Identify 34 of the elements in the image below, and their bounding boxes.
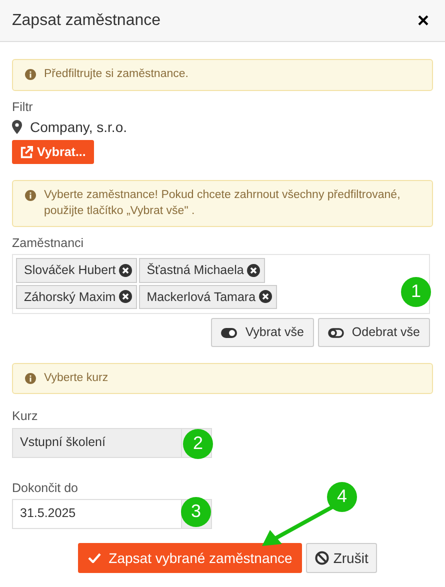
- toggle-on-icon: [221, 328, 238, 338]
- course-field[interactable]: Vstupní školení: [12, 428, 182, 458]
- info-icon: [25, 69, 36, 80]
- employee-name: Šťastná Michaela: [146, 262, 244, 279]
- remove-icon[interactable]: [118, 290, 132, 304]
- employee-name: Záhorský Maxim: [24, 288, 116, 305]
- toggle-off-icon: [328, 328, 344, 338]
- check-icon: [88, 552, 101, 563]
- alert-text: Předfiltrujte si zaměstnance.: [44, 67, 188, 82]
- employee-name: Mackerlová Tamara: [146, 288, 256, 305]
- cancel-icon: [315, 550, 330, 565]
- remove-icon[interactable]: [246, 264, 260, 278]
- remove-icon[interactable]: [118, 264, 132, 278]
- alert-text: Vyberte zaměstnance! Pokud chcete zahrnout všechny předfiltrované, použijte tlačítko „Vybrat vše" .: [44, 188, 402, 219]
- employee-name: Slováček Hubert: [24, 262, 116, 279]
- step-callout: 4: [327, 482, 357, 512]
- course-label: Kurz: [12, 408, 38, 424]
- filter-label: Filtr: [12, 98, 33, 115]
- info-icon: [25, 372, 36, 384]
- info-icon: [25, 190, 36, 202]
- due-date-field[interactable]: 31.5.2025: [12, 498, 182, 529]
- cancel-button[interactable]: Zrušit: [306, 542, 378, 573]
- due-date-label: Dokončit do: [12, 480, 78, 496]
- location-pin-icon: [12, 120, 22, 134]
- step-callout: 1: [401, 277, 431, 307]
- close-button[interactable]: ×: [413, 10, 433, 30]
- remove-icon[interactable]: [258, 290, 272, 304]
- select-all-button[interactable]: Vybrat vše: [211, 318, 314, 347]
- filter-value: Company, s.r.o.: [30, 118, 128, 136]
- external-link-icon: [20, 146, 33, 159]
- remove-all-button[interactable]: Odebrat vše: [318, 318, 430, 347]
- employees-label: Zaměstnanci: [12, 235, 84, 252]
- alert-text: Vyberte kurz: [44, 370, 108, 386]
- dialog-title: Zapsat zaměstnance: [12, 10, 161, 30]
